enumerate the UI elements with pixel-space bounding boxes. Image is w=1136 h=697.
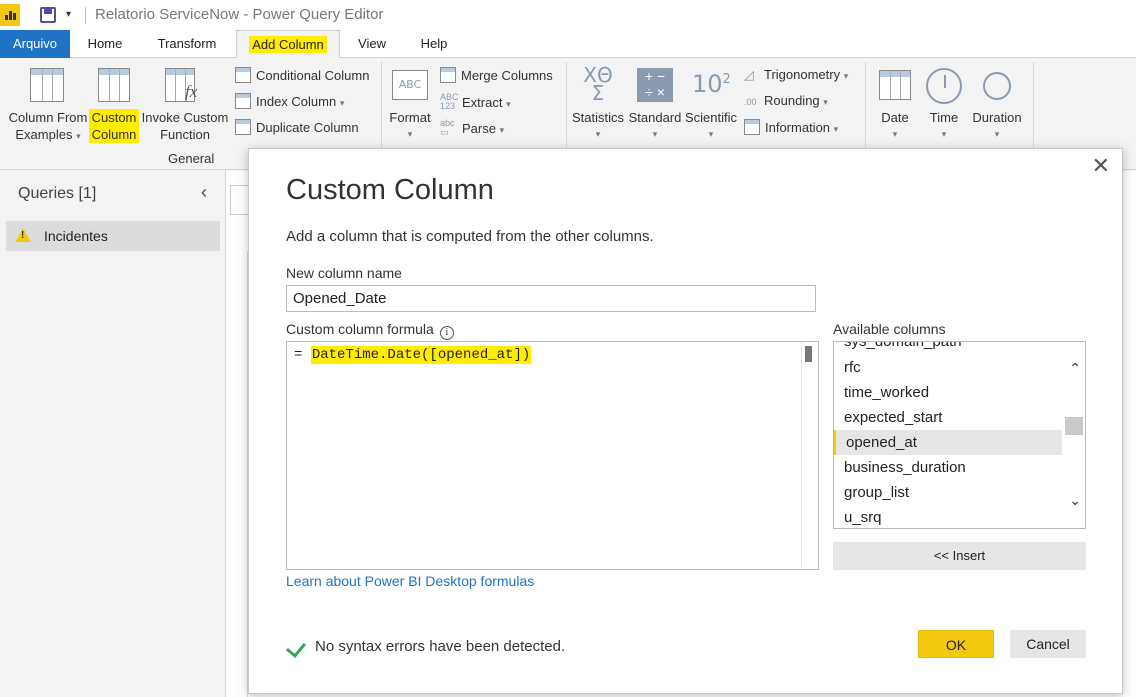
scientific-icon: 102 [692, 70, 731, 98]
chevron-down-icon[interactable]: ⌄ [1069, 492, 1081, 509]
merge-columns-icon [440, 67, 456, 83]
list-item[interactable]: rfc [834, 355, 1062, 380]
invoke-custom-function-button[interactable]: Invoke Custom Function [140, 109, 230, 143]
formula-code: DateTime.Date([opened_at]) [310, 346, 532, 364]
dialog-subtitle: Add a column that is computed from the o… [286, 228, 654, 245]
information-button[interactable]: Information ▾ [744, 119, 838, 135]
formula-bar[interactable] [230, 185, 250, 215]
syntax-status: No syntax errors have been detected. [315, 638, 566, 655]
merge-columns-button[interactable]: Merge Columns [440, 67, 553, 83]
new-column-name-input[interactable]: Opened_Date [286, 285, 816, 312]
query-item[interactable]: Incidentes [6, 221, 220, 251]
standard-icon: + − ÷ × [637, 68, 673, 102]
function-fx-icon: fx [185, 82, 198, 101]
scientific-button[interactable]: Scientific ▾ [684, 109, 738, 143]
statistics-icon: XΘ Σ [583, 63, 613, 105]
dialog-title: Custom Column [286, 174, 494, 206]
list-item-selected[interactable]: opened_at [834, 430, 1062, 455]
conditional-column-icon [235, 67, 251, 83]
scroll-thumb[interactable] [1065, 417, 1083, 435]
conditional-column-button[interactable]: Conditional Column [235, 67, 369, 83]
queries-title: Queries [1] [18, 185, 97, 202]
checkmark-icon [285, 637, 307, 658]
divider [85, 7, 86, 24]
trigonometry-icon: ◿ [744, 67, 754, 82]
date-button[interactable]: Date ▾ [872, 109, 918, 143]
power-bi-logo-icon [0, 4, 20, 26]
list-item[interactable]: sys_domain_path [834, 342, 1062, 354]
duration-button[interactable]: Duration ▾ [968, 109, 1026, 143]
rounding-icon: .00 [744, 97, 757, 107]
statistics-button[interactable]: Statistics ▾ [570, 109, 626, 143]
column-from-examples-button[interactable]: Column From Examples ▾ [6, 109, 90, 145]
list-item[interactable]: time_worked [834, 380, 1062, 405]
insert-button[interactable]: << Insert [833, 542, 1086, 570]
tab-home[interactable]: Home [76, 30, 134, 58]
query-name: Incidentes [44, 228, 108, 244]
learn-formulas-link[interactable]: Learn about Power BI Desktop formulas [286, 573, 534, 589]
custom-column-formula-label: Custom column formula i [286, 321, 454, 340]
group-label-general: General [168, 151, 215, 166]
scroll-thumb[interactable] [805, 346, 812, 362]
time-icon [926, 68, 962, 104]
close-icon[interactable]: ✕ [1092, 153, 1110, 179]
custom-column-button[interactable]: Custom Column [88, 109, 140, 143]
window-title: Relatorio ServiceNow - Power Query Edito… [95, 6, 384, 23]
formula-editor[interactable]: = DateTime.Date([opened_at]) [286, 341, 819, 570]
standard-button[interactable]: Standard ▾ [626, 109, 684, 143]
extract-icon: ABC 123 [440, 92, 459, 111]
tab-help[interactable]: Help [410, 30, 458, 58]
chevron-up-icon[interactable]: ⌃ [1069, 360, 1081, 377]
new-column-name-label: New column name [286, 265, 402, 281]
available-columns-label: Available columns [833, 321, 946, 337]
available-columns-list[interactable]: sys_domain_path rfc time_worked expected… [833, 341, 1086, 529]
divider [566, 62, 567, 148]
format-button[interactable]: Format ▾ [387, 109, 433, 143]
index-column-button[interactable]: Index Column ▾ [235, 93, 344, 109]
save-icon[interactable] [40, 7, 56, 23]
time-button[interactable]: Time ▾ [920, 109, 968, 143]
divider [381, 62, 382, 148]
duplicate-column-button[interactable]: Duplicate Column [235, 119, 359, 135]
list-item[interactable]: business_duration [834, 455, 1062, 480]
info-icon[interactable]: i [439, 326, 454, 340]
date-icon [879, 70, 911, 100]
ribbon-tabs: Arquivo Home Transform Add Column View H… [0, 30, 1136, 59]
ok-button[interactable]: OK [918, 630, 994, 658]
trigonometry-button[interactable]: ◿ Trigonometry ▾ [744, 67, 848, 83]
custom-column-icon [98, 68, 130, 102]
extract-button[interactable]: ABC 123 Extract ▾ [440, 93, 511, 111]
custom-column-dialog: ✕ Custom Column Add a column that is com… [248, 148, 1123, 694]
formula-text: = DateTime.Date([opened_at]) [294, 346, 532, 364]
collapse-pane-icon[interactable]: ‹ [201, 182, 207, 203]
tab-transform[interactable]: Transform [146, 30, 228, 58]
row-number-column [226, 251, 248, 697]
list-item[interactable]: expected_start [834, 405, 1062, 430]
duration-icon [983, 72, 1011, 100]
formula-scrollbar[interactable] [801, 342, 818, 569]
quick-access-dropdown-icon[interactable]: ▾ [66, 9, 71, 20]
rounding-button[interactable]: .00 Rounding ▾ [744, 93, 828, 108]
columns-scrollbar[interactable]: ⌃ ⌄ [1063, 342, 1085, 528]
parse-icon: abc ▭ [440, 118, 455, 137]
format-icon: ABC [392, 70, 428, 100]
title-bar: ▾ Relatorio ServiceNow - Power Query Edi… [0, 0, 1136, 30]
list-item[interactable]: group_list [834, 480, 1062, 505]
divider [865, 62, 866, 148]
information-icon [744, 119, 760, 135]
cancel-button[interactable]: Cancel [1010, 630, 1086, 658]
tab-view[interactable]: View [348, 30, 396, 58]
duplicate-column-icon [235, 119, 251, 135]
tab-add-column[interactable]: Add Column [236, 30, 340, 59]
queries-pane: Queries [1] ‹ Incidentes [0, 171, 226, 697]
warning-icon [15, 228, 31, 242]
list-item[interactable]: u_srq [834, 505, 1062, 528]
parse-button[interactable]: abc ▭ Parse ▾ [440, 119, 504, 137]
tab-file[interactable]: Arquivo [0, 30, 70, 58]
column-from-examples-icon [30, 68, 64, 102]
divider [1033, 62, 1034, 148]
index-column-icon [235, 93, 251, 109]
